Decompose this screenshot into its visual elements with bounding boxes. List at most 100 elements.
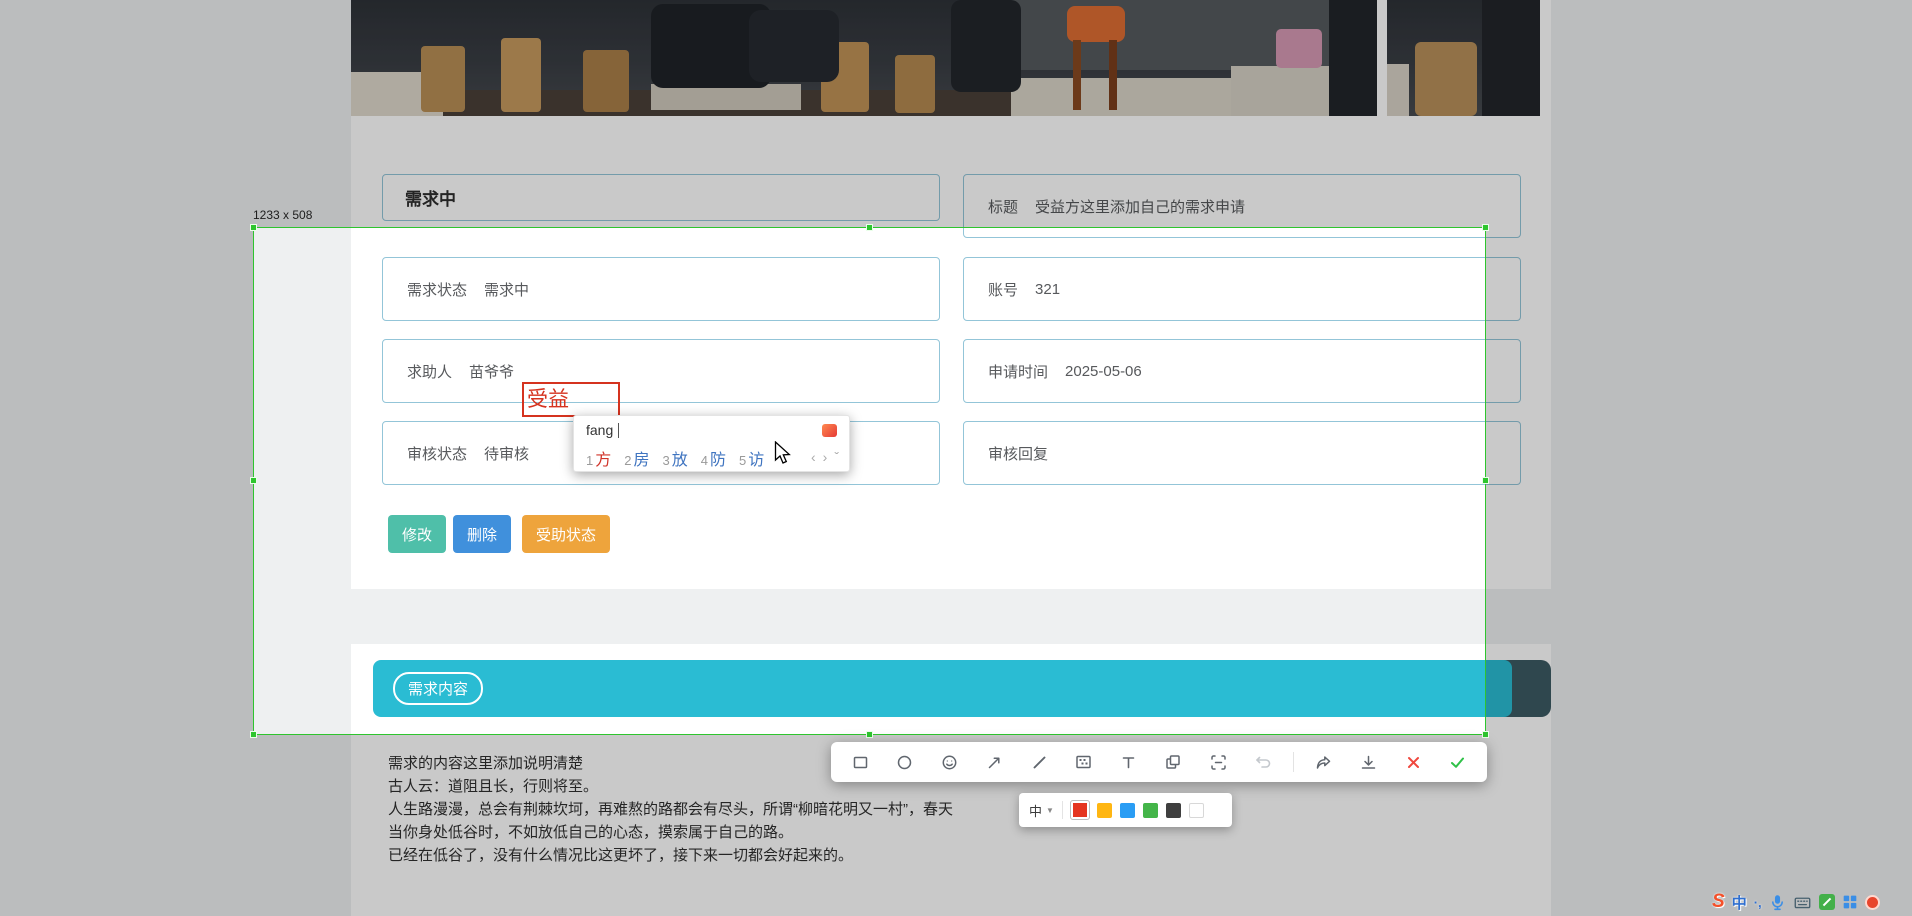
selection-size-label: 1233 x 508 [253,208,312,222]
ime-candidate[interactable]: 1方 [586,446,611,470]
ime-candidate[interactable]: 2房 [624,446,649,470]
field-demand-status: 需求状态 需求中 [382,257,940,321]
photo-shape [1329,0,1377,116]
field-help-seeker: 求助人 苗爷爷 [382,339,940,403]
ime-candidates: 1方 2房 3放 4防 5访 [586,446,764,470]
field-label: 审核回复 [988,443,1048,464]
snip-toolbar [831,742,1487,782]
mosaic-tool-icon[interactable] [1069,747,1099,777]
rectangle-tool-icon[interactable] [845,747,875,777]
field-label: 需求状态 [407,279,467,300]
prev-page-icon[interactable]: ‹ [811,449,816,465]
ime-candidate[interactable]: 5访 [739,446,764,470]
selection-handle[interactable] [250,224,257,231]
annotation-rectangle[interactable]: 受益 [522,382,620,417]
field-label: 标题 [988,196,1018,217]
photo-shape [1415,42,1477,116]
color-swatch-white[interactable] [1189,803,1204,818]
chevron-down-icon: ▼ [1046,806,1054,815]
gallery-photo-main [351,0,1377,116]
arrow-tool-icon[interactable] [979,747,1009,777]
subbar-separator [1062,801,1063,819]
microphone-icon[interactable] [1769,893,1786,912]
sogou-badge-icon[interactable] [1865,895,1880,910]
ime-language-bar: S 中 ·, [1712,890,1880,914]
save-icon[interactable] [1353,747,1383,777]
color-swatch-blue[interactable] [1120,803,1135,818]
field-value: 待审核 [484,443,529,464]
field-label: 账号 [988,279,1018,300]
field-label: 求助人 [407,361,452,382]
content-paragraph: 已经在低谷了，没有什么情况比这更坏了，接下来一切都会好起来的。 [388,844,1508,867]
status-header-text: 需求中 [405,185,456,210]
toolbar-separator [1293,752,1294,772]
sogou-logo-icon[interactable]: S [1712,891,1725,913]
field-review-reply: 审核回复 [963,421,1521,485]
emoji-tool-icon[interactable] [935,747,965,777]
color-swatch-black[interactable] [1166,803,1181,818]
stroke-size-select[interactable]: 中 ▼ [1029,801,1054,820]
mouse-cursor [774,441,796,465]
skin-icon[interactable] [1819,894,1835,910]
cancel-icon[interactable] [1398,747,1428,777]
content-paragraph: 当你身处低谷时，不如放低自己的心态，摸索属于自己的路。 [388,821,1508,844]
field-value: 321 [1035,281,1060,298]
selection-handle[interactable] [250,477,257,484]
photo-shape [951,0,1021,92]
selection-handle[interactable] [250,731,257,738]
field-status-header: 需求中 [382,174,940,221]
color-swatch-red[interactable] [1071,801,1089,819]
photo-shape [1067,6,1125,42]
content-banner: 需求内容 [373,660,1512,717]
punctuation-toggle-icon[interactable]: ·, [1754,895,1762,910]
ime-composition: fang [586,422,613,438]
field-apply-time: 申请时间 2025-05-06 [963,339,1521,403]
field-value: 2025-05-06 [1065,363,1142,380]
expand-icon[interactable]: ˇ [834,449,839,465]
ime-candidate[interactable]: 3放 [663,446,688,470]
text-tool-icon[interactable] [1114,747,1144,777]
photo-shape [1276,29,1322,68]
ime-pager: ‹ › ˇ [811,449,839,465]
confirm-icon[interactable] [1443,747,1473,777]
scan-tool-icon[interactable] [1203,747,1233,777]
ime-candidate[interactable]: 4防 [701,446,726,470]
photo-shape [1387,64,1409,116]
field-label: 申请时间 [988,361,1048,382]
line-tool-icon[interactable] [1024,747,1054,777]
delete-button[interactable]: 删除 [453,515,511,553]
next-page-icon[interactable]: › [823,449,828,465]
color-swatch-green[interactable] [1143,803,1158,818]
undo-icon[interactable] [1248,747,1278,777]
field-label: 审核状态 [407,443,467,464]
content-banner-tag: 需求内容 [393,672,483,705]
field-title: 标题 受益方这里添加自己的需求申请 [963,174,1521,238]
aid-status-button[interactable]: 受助状态 [522,515,610,553]
share-icon[interactable] [1309,747,1339,777]
photo-shape [895,55,935,113]
field-value: 苗爷爷 [469,361,514,382]
duplicate-tool-icon[interactable] [1158,747,1188,777]
photo-shape [1073,40,1081,110]
ime-caret [618,423,619,438]
annotation-text: 受益 [524,389,569,410]
toolbox-icon[interactable] [1842,894,1858,910]
ellipse-tool-icon[interactable] [890,747,920,777]
photo-shape [421,46,465,112]
modify-button[interactable]: 修改 [388,515,446,553]
screen: 需求中 标题 受益方这里添加自己的需求申请 需求状态 需求中 账号 321 求助… [0,0,1912,916]
keyboard-icon[interactable] [1793,894,1812,911]
stroke-size-label: 中 [1029,801,1042,820]
photo-shape [1109,40,1117,110]
snip-style-toolbar: 中 ▼ [1019,793,1232,827]
content-paragraph: 人生路漫漫，总会有荆棘坎坷，再难熬的路都会有尽头，所谓“柳暗花明又一村”，春天 [388,798,1508,821]
field-account: 账号 321 [963,257,1521,321]
photo-shape [1482,0,1540,116]
color-swatch-yellow[interactable] [1097,803,1112,818]
photo-shape [501,38,541,112]
language-toggle-icon[interactable]: 中 [1732,892,1747,913]
photo-shape [583,50,629,112]
ime-skin-icon[interactable] [822,424,837,437]
field-value: 需求中 [484,279,529,300]
gallery-photo-next [1387,0,1540,116]
